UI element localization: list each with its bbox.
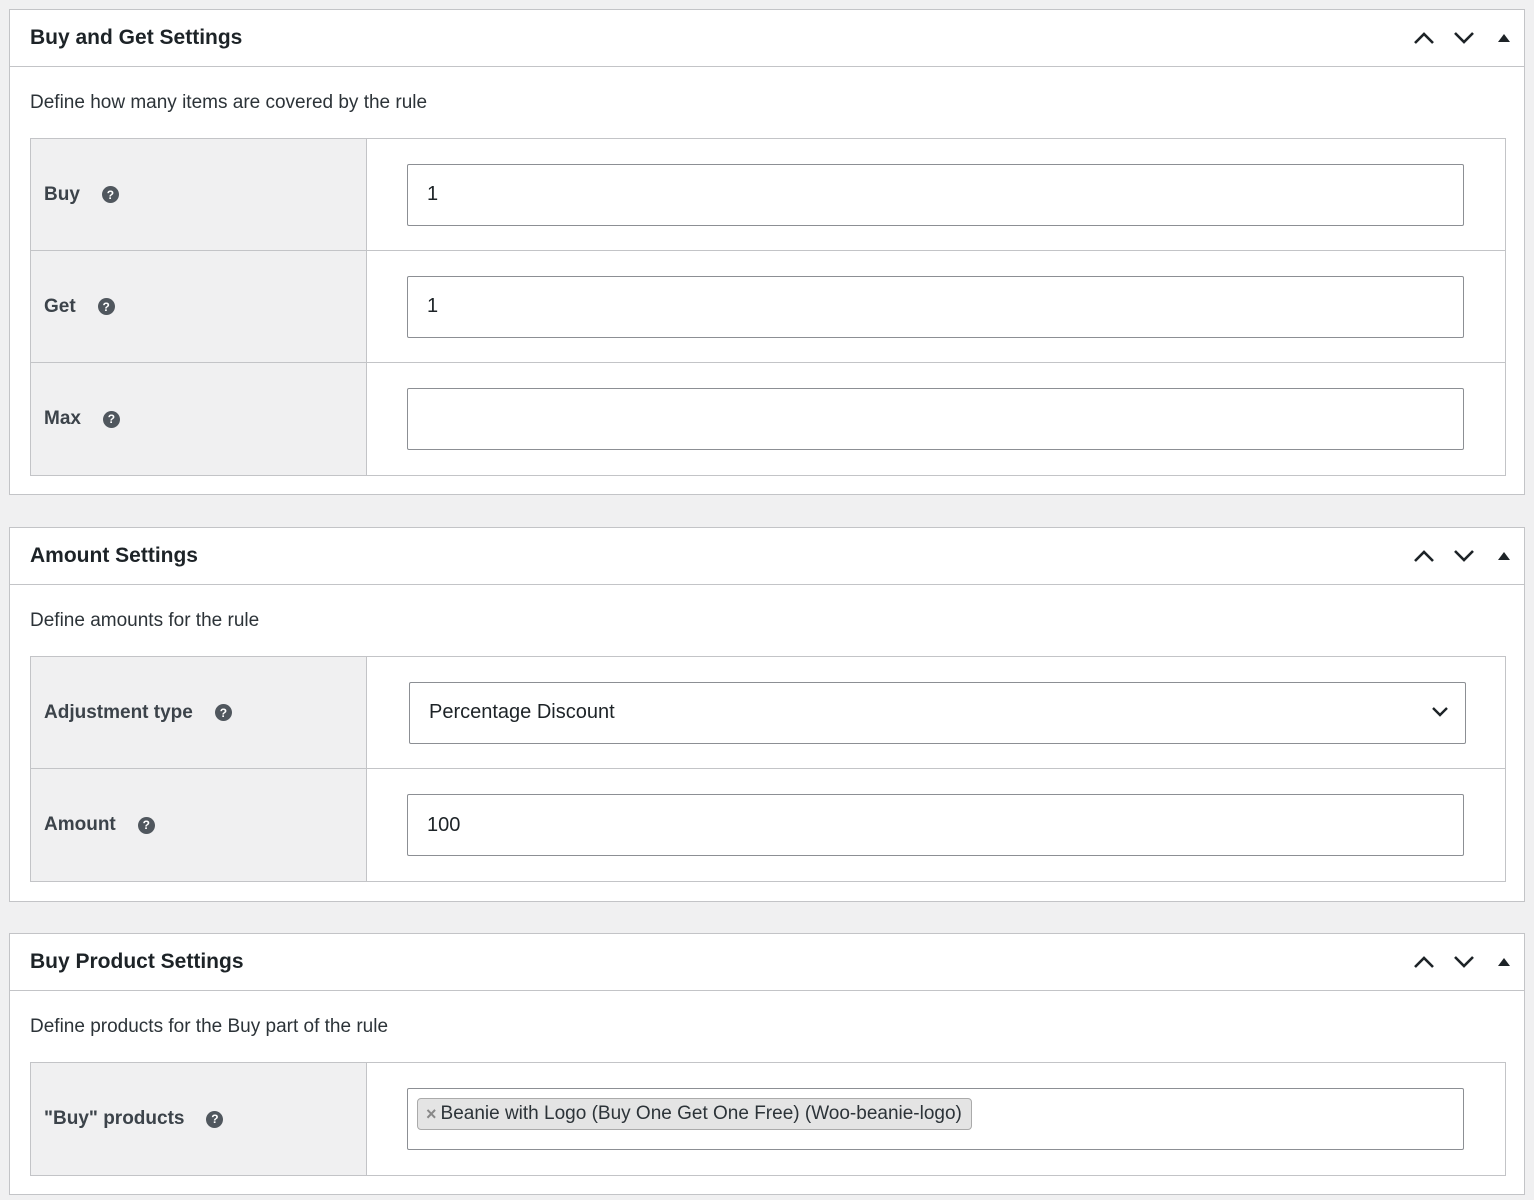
buy-product-settings-box: Buy Product Settings Define products for… [9, 933, 1525, 1195]
field-label: Buy [44, 183, 80, 205]
selected-product-chip: × Beanie with Logo (Buy One Get One Free… [417, 1098, 972, 1130]
triangle-up-icon [1498, 552, 1510, 560]
field-cell [367, 139, 1505, 250]
settings-table: Buy ? Get ? Max ? [30, 138, 1506, 476]
chevron-up-icon [1414, 32, 1434, 44]
field-label: Max [44, 408, 81, 429]
field-cell [367, 363, 1505, 475]
box-description: Define products for the Buy part of the … [30, 1016, 389, 1037]
move-down-button[interactable] [1444, 942, 1484, 982]
help-icon[interactable]: ? [102, 410, 120, 428]
form-row-get: Get ? [31, 251, 1505, 363]
move-up-button[interactable] [1404, 942, 1444, 982]
box-description: Define how many items are covered by the… [30, 92, 428, 113]
postbox-header: Amount Settings [10, 528, 1524, 585]
postbox-inside: Define amounts for the rule Adjustment t… [10, 585, 1524, 902]
select-value: Percentage Discount [429, 701, 615, 723]
postbox-title: Buy Product Settings [30, 950, 244, 973]
toggle-panel-button[interactable] [1484, 536, 1524, 576]
close-icon[interactable]: × [426, 1105, 437, 1123]
help-icon[interactable]: ? [101, 186, 119, 203]
field-label: Get [44, 295, 76, 317]
postbox-header: Buy and Get Settings [10, 10, 1524, 67]
toggle-panel-button[interactable] [1484, 942, 1524, 982]
label-cell: Amount ? [31, 769, 367, 881]
handle-actions [1404, 528, 1524, 584]
label-cell: Get ? [31, 251, 367, 362]
settings-table: Adjustment type ? Percentage Discount Am… [30, 656, 1506, 882]
field-cell: Percentage Discount [367, 657, 1505, 768]
help-icon[interactable]: ? [137, 816, 155, 834]
chevron-down-icon [1454, 550, 1474, 562]
postbox-inside: Define how many items are covered by the… [10, 67, 1524, 496]
buy-products-select[interactable]: × Beanie with Logo (Buy One Get One Free… [407, 1088, 1464, 1150]
move-up-button[interactable] [1404, 18, 1444, 58]
field-label: Amount [44, 814, 116, 835]
triangle-up-icon [1498, 958, 1510, 966]
field-cell: × Beanie with Logo (Buy One Get One Free… [367, 1063, 1505, 1175]
chevron-down-icon [1454, 32, 1474, 44]
field-label: Adjustment type [44, 701, 193, 723]
move-down-button[interactable] [1444, 18, 1484, 58]
form-row-buy: Buy ? [31, 139, 1505, 251]
amount-input[interactable] [407, 794, 1464, 856]
triangle-up-icon [1498, 34, 1510, 42]
label-cell: Buy ? [31, 139, 367, 250]
field-cell [367, 251, 1505, 362]
toggle-panel-button[interactable] [1484, 18, 1524, 58]
label-cell: Max ? [31, 363, 367, 475]
move-up-button[interactable] [1404, 536, 1444, 576]
help-icon[interactable]: ? [97, 298, 115, 315]
postbox-inside: Define products for the Buy part of the … [10, 991, 1524, 1196]
label-cell: "Buy" products ? [31, 1063, 367, 1175]
box-description: Define amounts for the rule [30, 610, 260, 631]
help-icon[interactable]: ? [214, 704, 232, 721]
handle-actions [1404, 934, 1524, 990]
amount-settings-box: Amount Settings Define amounts for the r… [9, 527, 1525, 902]
form-row-adjustment-type: Adjustment type ? Percentage Discount [31, 657, 1505, 769]
chevron-up-icon [1414, 550, 1434, 562]
postbox-header: Buy Product Settings [10, 934, 1524, 991]
chevron-down-icon [1432, 706, 1448, 717]
settings-table: "Buy" products ? × Beanie with Logo (Buy… [30, 1062, 1506, 1176]
postbox-title: Amount Settings [30, 544, 198, 567]
move-down-button[interactable] [1444, 536, 1484, 576]
get-quantity-input[interactable] [407, 275, 1464, 338]
handle-actions [1404, 10, 1524, 66]
postbox-title: Buy and Get Settings [30, 26, 243, 49]
chip-label: Beanie with Logo (Buy One Get One Free) … [440, 1103, 962, 1124]
buy-quantity-input[interactable] [407, 163, 1464, 226]
help-icon[interactable]: ? [206, 1110, 224, 1128]
label-cell: Adjustment type ? [31, 657, 367, 768]
chevron-down-icon [1454, 956, 1474, 968]
chevron-up-icon [1414, 956, 1434, 968]
adjustment-type-select[interactable]: Percentage Discount [409, 681, 1466, 744]
form-row-max: Max ? [31, 363, 1505, 475]
form-row-buy-products: "Buy" products ? × Beanie with Logo (Buy… [31, 1063, 1505, 1175]
field-cell [367, 769, 1505, 881]
form-row-amount: Amount ? [31, 769, 1505, 881]
field-label: "Buy" products [44, 1108, 185, 1129]
max-quantity-input[interactable] [407, 388, 1464, 450]
buy-and-get-settings-box: Buy and Get Settings Define how many ite… [9, 9, 1525, 495]
